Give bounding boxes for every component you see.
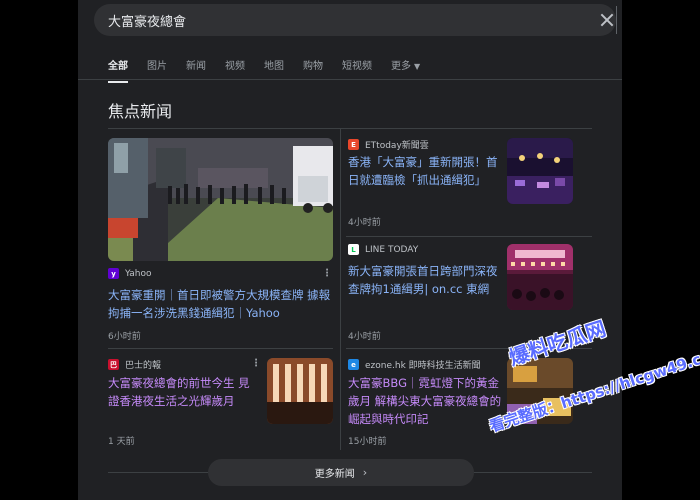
source-name: ezone.hk 即時科技生活新聞 (365, 361, 481, 371)
news-source: L LINE TODAY (348, 244, 418, 255)
chevron-down-icon: ▼ (414, 62, 421, 71)
news-source: E ETtoday新聞雲 (348, 138, 429, 151)
news-headline[interactable]: 大富豪重開｜首日即被警方大規模查牌 據報拘捕一名涉洗黑錢通緝犯｜Yahoo (108, 286, 336, 322)
tabs-divider (78, 79, 622, 80)
more-options-icon[interactable]: ⋮ (251, 358, 261, 369)
tab-more[interactable]: 更多 ▼ (391, 57, 420, 75)
news-headline[interactable]: 新大富豪開張首日跨部門深夜查牌拘1通緝男| on.cc 東網 (348, 262, 500, 298)
nightclub-image (507, 138, 573, 204)
yahoo-icon: y (108, 268, 119, 279)
news-thumbnail[interactable] (267, 358, 333, 424)
news-time: 4小时前 (348, 332, 381, 342)
news-headline[interactable]: 香港「大富豪」重新開張！首日就遭臨檢「抓出通緝犯」 (348, 153, 498, 189)
source-name: Yahoo (125, 268, 152, 279)
news-time: 15小时前 (348, 437, 387, 447)
source-name: 巴士的報 (125, 361, 162, 371)
street-scene-image (108, 138, 333, 261)
ettoday-icon: E (348, 139, 359, 150)
chevron-right-icon: › (362, 466, 368, 479)
news-thumbnail[interactable] (108, 138, 333, 261)
search-tabs: 全部 图片 新闻 视频 地图 购物 短视频 更多 ▼ (108, 57, 439, 83)
close-icon[interactable] (599, 12, 615, 28)
more-news-label: 更多新闻 (314, 469, 355, 480)
news-thumbnail[interactable] (507, 244, 573, 310)
tab-shopping[interactable]: 购物 (303, 57, 323, 75)
news-time: 4小时前 (348, 218, 381, 228)
line-today-icon: L (348, 244, 359, 255)
news-source: e ezone.hk 即時科技生活新聞 (348, 358, 481, 371)
news-time: 6小时前 (108, 332, 141, 342)
source-name: LINE TODAY (365, 244, 419, 255)
news-time: 1 天前 (108, 437, 135, 447)
section-title: 焦点新闻 (108, 102, 173, 121)
news-thumbnail[interactable] (507, 138, 573, 204)
ezone-icon: e (348, 359, 359, 370)
search-bar[interactable]: 大富豪夜總會 (94, 4, 616, 36)
row-divider-left (108, 348, 333, 349)
source-name: ETtoday新聞雲 (365, 141, 429, 151)
column-divider (340, 128, 341, 450)
card-top-border (108, 128, 592, 129)
search-divider (616, 6, 617, 34)
more-options-icon[interactable]: ⋮ (322, 268, 332, 279)
tab-videos[interactable]: 视频 (225, 57, 245, 75)
news-headline[interactable]: 大富豪夜總會的前世今生 見證香港夜生活之光輝歲月 (108, 374, 260, 410)
neon-sign-image (267, 358, 333, 424)
news-source: 巴 巴士的報 (108, 358, 161, 371)
more-news-button[interactable]: 更多新闻 › (208, 459, 474, 486)
tab-images[interactable]: 图片 (147, 57, 167, 75)
news-source: y Yahoo (108, 268, 152, 279)
search-input[interactable]: 大富豪夜總會 (108, 11, 186, 30)
tab-news[interactable]: 新闻 (186, 57, 206, 75)
row-divider-right-1 (346, 236, 592, 237)
tab-more-label: 更多 (391, 61, 411, 72)
club-stage-image (507, 244, 573, 310)
tab-all[interactable]: 全部 (108, 57, 128, 83)
tab-short-videos[interactable]: 短视频 (342, 57, 372, 75)
tab-maps[interactable]: 地图 (264, 57, 284, 75)
bastille-post-icon: 巴 (108, 359, 119, 370)
